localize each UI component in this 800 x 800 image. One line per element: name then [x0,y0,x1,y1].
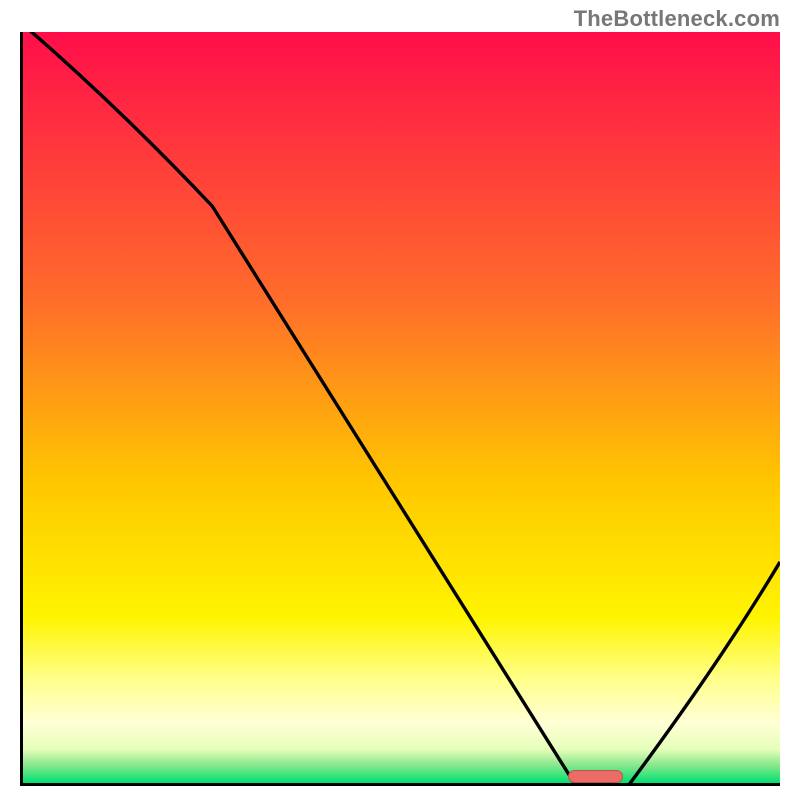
curve-svg [23,32,780,786]
bottleneck-curve [23,32,780,785]
watermark-text: TheBottleneck.com [574,6,780,32]
plot-area [20,32,780,786]
chart-container: TheBottleneck.com [0,0,800,800]
optimal-marker [568,770,623,783]
